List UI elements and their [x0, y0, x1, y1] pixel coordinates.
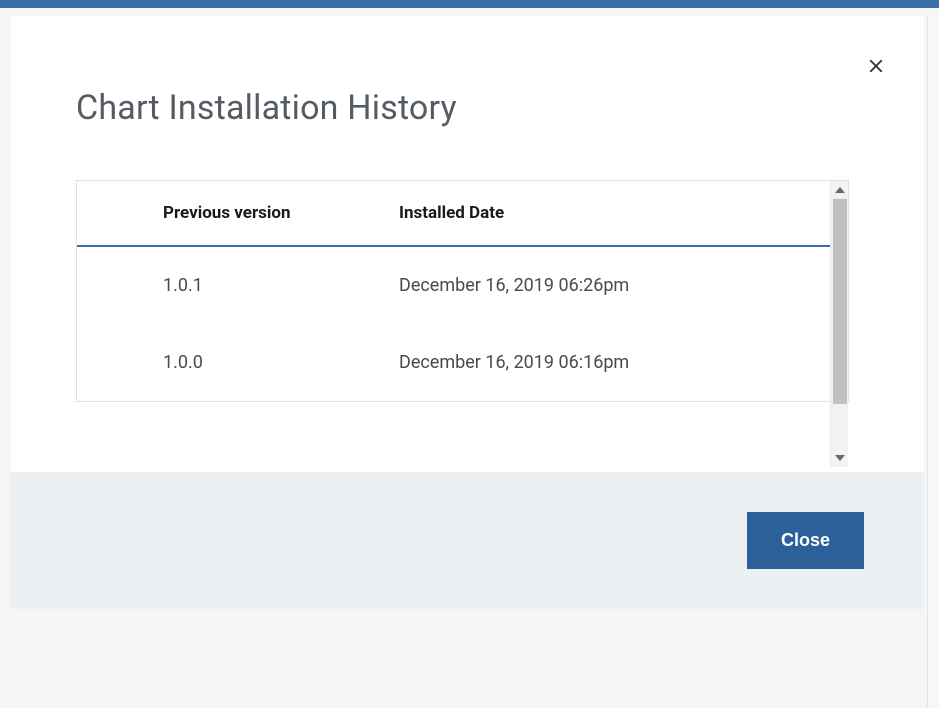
cell-date: December 16, 2019 06:26pm	[397, 246, 848, 324]
chart-installation-history-modal: Chart Installation History Previous vers…	[11, 16, 924, 609]
top-accent-bar	[0, 0, 939, 8]
scrollbar-thumb[interactable]	[833, 199, 847, 404]
cell-version: 1.0.0	[77, 324, 397, 401]
modal-title: Chart Installation History	[76, 88, 859, 128]
scrollbar-down-icon[interactable]	[831, 449, 849, 467]
modal-footer: Close	[11, 472, 924, 609]
close-icon[interactable]	[866, 56, 886, 76]
column-header-date: Installed Date	[397, 181, 848, 246]
modal-header: Chart Installation History	[11, 16, 924, 128]
scrollbar-up-icon[interactable]	[831, 181, 849, 199]
cell-version: 1.0.1	[77, 246, 397, 324]
history-table: Previous version Installed Date 1.0.1 De…	[77, 181, 848, 401]
page-right-edge	[927, 16, 939, 708]
table-row: 1.0.1 December 16, 2019 06:26pm	[77, 246, 848, 324]
cell-date: December 16, 2019 06:16pm	[397, 324, 848, 401]
scrollbar[interactable]	[830, 181, 848, 467]
close-button[interactable]: Close	[747, 512, 864, 569]
modal-body: Previous version Installed Date 1.0.1 De…	[11, 128, 924, 472]
column-header-version: Previous version	[77, 181, 397, 246]
table-row: 1.0.0 December 16, 2019 06:16pm	[77, 324, 848, 401]
history-table-wrapper: Previous version Installed Date 1.0.1 De…	[76, 180, 849, 402]
table-header-row: Previous version Installed Date	[77, 181, 848, 246]
